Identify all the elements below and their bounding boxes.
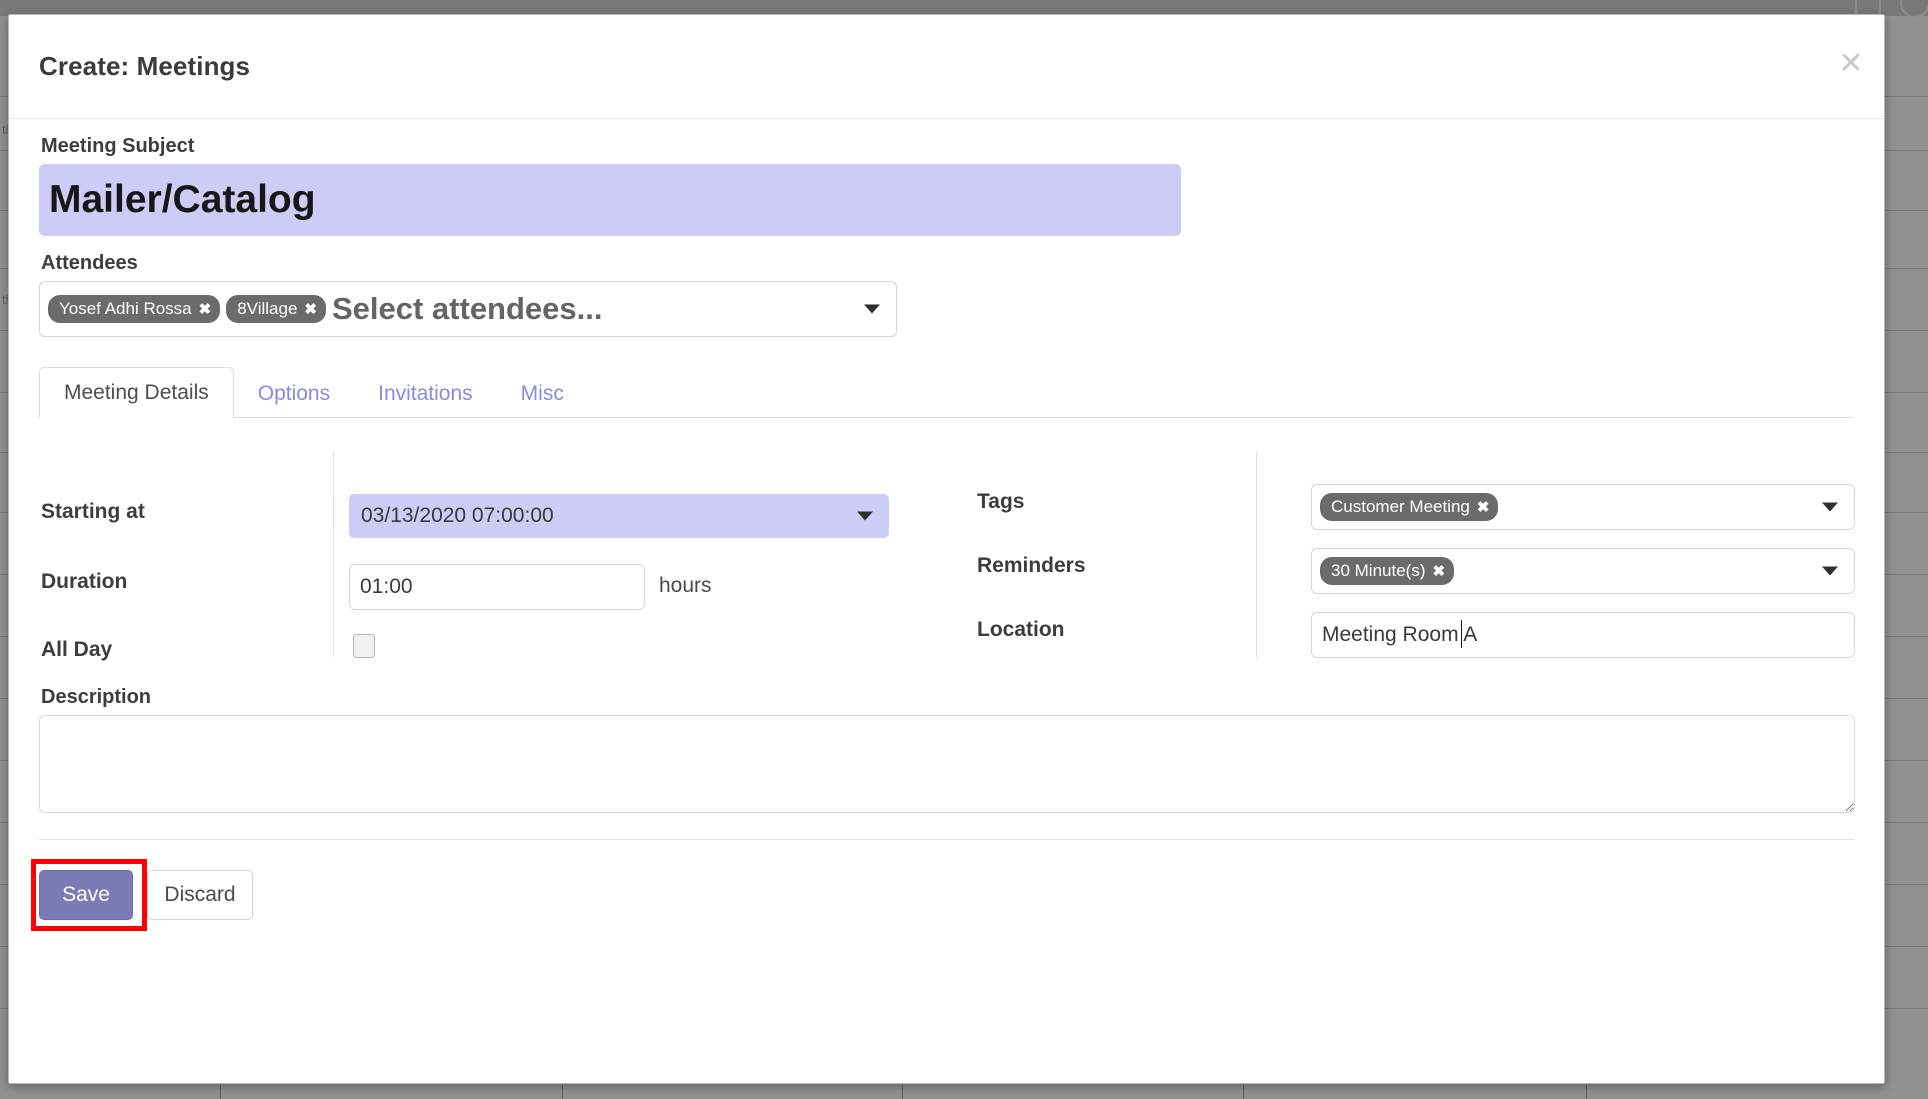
starting-at-datetime-input[interactable]: 03/13/2020 07:00:00 — [349, 494, 889, 538]
reminder-chip[interactable]: 30 Minute(s) ✖ — [1320, 557, 1455, 585]
tag-chip-label: Customer Meeting — [1331, 497, 1470, 516]
attendee-chip[interactable]: 8Village ✖ — [226, 295, 326, 323]
text-cursor — [1461, 620, 1462, 648]
background-circle-icon — [1900, 0, 1928, 18]
column-divider — [333, 452, 334, 657]
tags-select[interactable]: Customer Meeting ✖ — [1311, 484, 1855, 530]
chevron-down-icon[interactable] — [857, 511, 873, 521]
save-button[interactable]: Save — [39, 870, 133, 920]
starting-at-label: Starting at — [41, 500, 145, 523]
meeting-details-panel: Starting at Duration All Day 03/13/2020 … — [39, 452, 1855, 670]
duration-label: Duration — [41, 570, 128, 593]
tab-options[interactable]: Options — [234, 369, 354, 418]
description-textarea[interactable] — [39, 715, 1855, 813]
location-label: Location — [977, 618, 1065, 641]
modal-footer: Save Discard — [31, 859, 1854, 940]
attendees-select[interactable]: Yosef Adhi Rossa ✖ 8Village ✖ Select att… — [39, 281, 897, 337]
duration-input[interactable] — [349, 564, 645, 610]
modal-body: Meeting Subject Attendees Yosef Adhi Ros… — [9, 135, 1884, 940]
tab-misc[interactable]: Misc — [497, 369, 588, 418]
duration-unit-label: hours — [659, 574, 712, 597]
tab-meeting-details[interactable]: Meeting Details — [39, 367, 234, 418]
attendee-chip[interactable]: Yosef Adhi Rossa ✖ — [48, 295, 221, 323]
location-input[interactable] — [1311, 612, 1855, 658]
tab-invitations[interactable]: Invitations — [354, 369, 497, 418]
create-meetings-modal: Create: Meetings ✕ Meeting Subject Atten… — [8, 14, 1885, 1084]
chevron-down-icon[interactable] — [1822, 566, 1838, 576]
footer-divider — [39, 839, 1854, 840]
reminders-label: Reminders — [977, 554, 1086, 577]
remove-tag-icon[interactable]: ✖ — [1477, 498, 1490, 516]
meeting-subject-input[interactable] — [39, 164, 1181, 236]
description-label: Description — [41, 686, 152, 708]
remove-attendee-icon[interactable]: ✖ — [199, 300, 212, 318]
column-divider — [1256, 452, 1257, 657]
starting-at-value: 03/13/2020 07:00:00 — [361, 504, 554, 527]
attendees-placeholder: Select attendees... — [331, 291, 603, 326]
description-block: Description — [39, 686, 1855, 813]
all-day-label: All Day — [41, 638, 113, 661]
meeting-subject-label: Meeting Subject — [41, 135, 195, 157]
tag-chip[interactable]: Customer Meeting ✖ — [1320, 493, 1499, 521]
chevron-down-icon[interactable] — [864, 304, 880, 314]
remove-attendee-icon[interactable]: ✖ — [304, 300, 317, 318]
modal-header: Create: Meetings ✕ — [9, 15, 1884, 119]
attendee-chip-label: 8Village — [237, 299, 298, 318]
tab-bar: Meeting Details Options Invitations Misc — [39, 361, 1854, 418]
attendee-chip-label: Yosef Adhi Rossa — [59, 299, 192, 318]
page-title: Create: Meetings — [39, 51, 251, 81]
reminders-select[interactable]: 30 Minute(s) ✖ — [1311, 548, 1855, 594]
attendees-label: Attendees — [41, 252, 138, 274]
reminder-chip-label: 30 Minute(s) — [1331, 561, 1426, 580]
close-icon[interactable]: ✕ — [1832, 45, 1870, 83]
tags-label: Tags — [977, 490, 1025, 513]
chevron-down-icon[interactable] — [1822, 502, 1838, 512]
discard-button[interactable]: Discard — [147, 870, 253, 920]
all-day-checkbox[interactable] — [353, 634, 375, 658]
remove-reminder-icon[interactable]: ✖ — [1432, 562, 1445, 580]
